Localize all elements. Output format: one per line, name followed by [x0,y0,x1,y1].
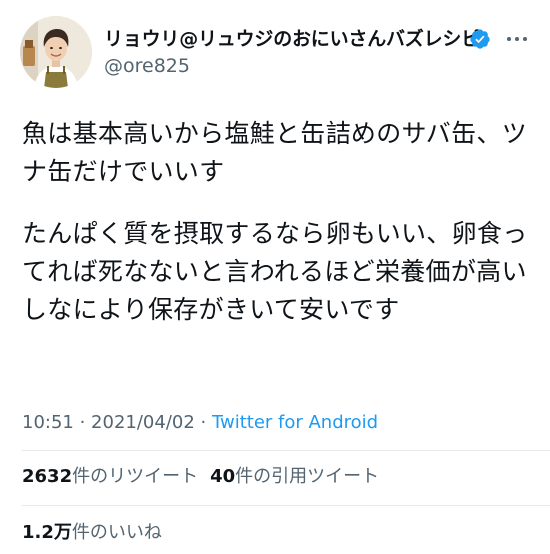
likes-count: 1.2万 [22,522,72,543]
likes-stats: 1.2万件のいいね [22,521,162,545]
author-handle[interactable]: @ore825 [104,54,190,78]
divider [22,505,550,506]
divider [22,450,550,451]
quote-tweets-stat[interactable]: 40件の引用ツイート [210,465,379,489]
tweet-source-link[interactable]: Twitter for Android [212,412,378,433]
avatar[interactable] [20,16,92,88]
engagement-stats: 2632件のリツイート 40件の引用ツイート [22,465,379,489]
retweets-label: 件のリツイート [72,466,199,487]
profile-avatar-image [20,16,92,88]
tweet-text-paragraph: 魚は基本高いから塩鮭と缶詰めのサバ缶、ツナ缶だけでいいす [22,119,528,186]
likes-stat[interactable]: 1.2万件のいいね [22,521,162,545]
meta-separator: · [73,412,92,433]
retweets-stat[interactable]: 2632件のリツイート [22,465,198,489]
author-display-name[interactable]: リョウリ@リュウジのおにいさんバズレシピ [104,27,480,51]
tweet-meta: 10:51 · 2021/04/02 · Twitter for Android [22,411,378,435]
tweet-date[interactable]: 2021/04/02 [91,412,195,433]
likes-label: 件のいいね [71,522,162,543]
retweets-count: 2632 [22,466,73,487]
more-options-button[interactable] [502,28,532,50]
meta-separator: · [194,412,212,433]
quote-tweets-count: 40 [210,466,236,487]
quote-tweets-label: 件の引用ツイート [235,466,380,487]
verified-badge-icon [469,28,491,50]
tweet-detail: リョウリ@リュウジのおにいさんバズレシピ @ore825 魚は基本高いから塩鮭と… [0,0,550,554]
more-options-icon [507,37,527,41]
tweet-time[interactable]: 10:51 [22,412,74,433]
tweet-text-paragraph: たんぱく質を摂取するなら卵もいい、卵食ってれば死なないと言われるほど栄養価が高い… [22,219,528,324]
